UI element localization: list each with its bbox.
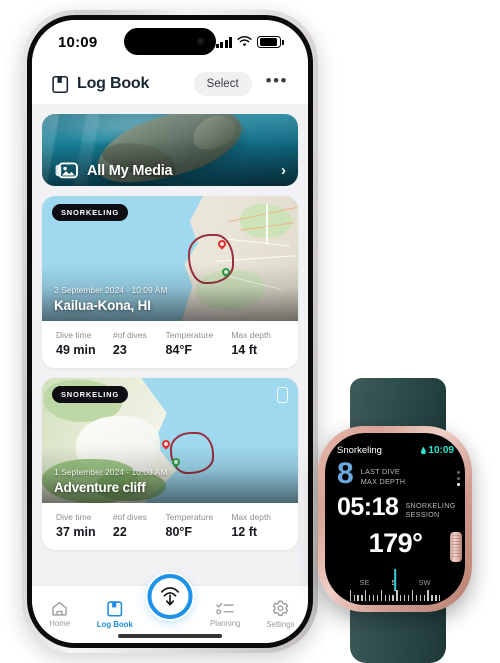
photo-stack-icon — [55, 162, 78, 179]
compass-heading-value: 179° — [368, 527, 423, 558]
activity-type-badge: SNORKELING — [52, 204, 129, 221]
tab-label: Settings — [266, 620, 295, 629]
compass-direction: SW — [418, 578, 431, 587]
status-bar: 10:09 — [32, 20, 308, 64]
all-my-media-banner[interactable]: All My Media › — [42, 114, 298, 186]
watch-app-name: Snorkeling — [337, 445, 382, 456]
start-dive-button[interactable] — [147, 574, 193, 619]
dive-stats-row: Dive time 49 min #of dives 23 Temperatur… — [42, 321, 298, 368]
stat-dive-time: Dive time 37 min — [56, 512, 96, 539]
home-indicator — [118, 634, 222, 638]
front-camera-icon — [197, 37, 206, 46]
dive-location: Kailua-Kona, HI — [54, 298, 151, 313]
paired-device-icon — [277, 387, 288, 403]
checklist-icon — [216, 602, 234, 615]
stat-dive-time: Dive time 49 min — [56, 330, 96, 357]
gear-icon — [272, 600, 289, 616]
battery-icon — [257, 36, 282, 48]
select-button[interactable]: Select — [193, 72, 252, 96]
chevron-right-icon: › — [281, 162, 286, 179]
water-droplet-icon — [420, 446, 426, 455]
status-icons — [215, 36, 284, 48]
watch-screen: Snorkeling 10:09 8 LAST DIVE MAX DEPTH 0… — [325, 433, 465, 605]
dive-datetime: 1 September 2024 - 10:03 AM — [54, 467, 168, 477]
watch-time: 10:09 — [420, 445, 454, 456]
tab-label: Home — [49, 619, 70, 628]
apple-watch-device: Snorkeling 10:09 8 LAST DIVE MAX DEPTH 0… — [300, 378, 496, 663]
dive-location: Adventure cliff — [54, 480, 146, 495]
metric-value: 8 — [337, 457, 354, 490]
stat-max-depth: Max depth 14 ft — [231, 330, 272, 357]
watch-page-dots[interactable] — [457, 471, 460, 486]
dive-log-card[interactable]: SNORKELING 1 September 2024 - 10:03 AM A… — [42, 378, 298, 550]
watch-metric-last-dive-max-depth: 8 LAST DIVE MAX DEPTH — [337, 457, 454, 490]
dive-stats-row: Dive time 37 min #of dives 22 Temperatur… — [42, 503, 298, 550]
metric-label: LAST DIVE MAX DEPTH — [360, 467, 406, 486]
status-time: 10:09 — [58, 33, 98, 51]
bottom-tab-bar: Home Log Book Planning Settings — [32, 574, 308, 643]
dive-log-card[interactable]: SNORKELING 2 September 2024 - 10:09 AM K… — [42, 196, 298, 368]
log-book-icon — [52, 75, 69, 93]
tab-log-book[interactable]: Log Book — [87, 600, 142, 629]
metric-value: 05:18 — [337, 492, 399, 521]
stat-temperature: Temperature 80°F — [165, 512, 214, 539]
watch-case: Snorkeling 10:09 8 LAST DIVE MAX DEPTH 0… — [318, 426, 472, 612]
tab-label: Log Book — [96, 619, 133, 629]
tab-home[interactable]: Home — [32, 601, 87, 628]
home-icon — [52, 601, 67, 616]
stat-temperature: Temperature 84°F — [165, 330, 214, 357]
dive-datetime: 2 September 2024 - 10:09 AM — [54, 285, 168, 295]
dive-map-preview[interactable]: SNORKELING 1 September 2024 - 10:03 AM A… — [42, 378, 298, 503]
cellular-signal-icon — [215, 36, 233, 48]
stat-max-depth: Max depth 12 ft — [231, 512, 272, 539]
compass-needle — [394, 569, 396, 591]
compass-direction: SE — [359, 578, 370, 587]
iphone-screen: 10:09 Log Book Select ••• All My Media ›… — [32, 20, 308, 643]
dive-start-icon — [161, 587, 179, 606]
all-my-media-label: All My Media — [87, 162, 173, 179]
watch-metric-session-time: 05:18 SNORKELING SESSION — [337, 492, 456, 521]
wifi-icon — [237, 36, 252, 47]
book-icon — [107, 600, 122, 617]
dive-map-preview[interactable]: SNORKELING 2 September 2024 - 10:09 AM K… — [42, 196, 298, 321]
tab-planning[interactable]: Planning — [198, 601, 253, 628]
compass-strip: SE S SW — [325, 569, 465, 601]
activity-type-badge: SNORKELING — [52, 386, 129, 403]
digital-crown[interactable] — [450, 532, 462, 562]
stat-number-of-dives: #of dives 23 — [112, 330, 147, 357]
stat-number-of-dives: #of dives 22 — [112, 512, 147, 539]
nav-bar: Log Book Select ••• — [32, 64, 308, 104]
screenshot-stage: 10:09 Log Book Select ••• All My Media ›… — [0, 0, 500, 663]
page-title: Log Book — [77, 75, 150, 92]
iphone-device: 10:09 Log Book Select ••• All My Media ›… — [22, 10, 318, 653]
tab-label: Planning — [210, 619, 241, 628]
metric-label: SNORKELING SESSION — [405, 500, 456, 520]
log-book-content: All My Media › SNORKELING 2 September 20… — [32, 104, 308, 585]
watch-time-value: 10:09 — [428, 445, 454, 456]
more-options-button[interactable]: ••• — [260, 72, 290, 96]
dynamic-island — [124, 28, 216, 55]
watch-status-row: Snorkeling 10:09 — [337, 445, 454, 456]
iphone-bezel: 10:09 Log Book Select ••• All My Media ›… — [27, 15, 313, 648]
